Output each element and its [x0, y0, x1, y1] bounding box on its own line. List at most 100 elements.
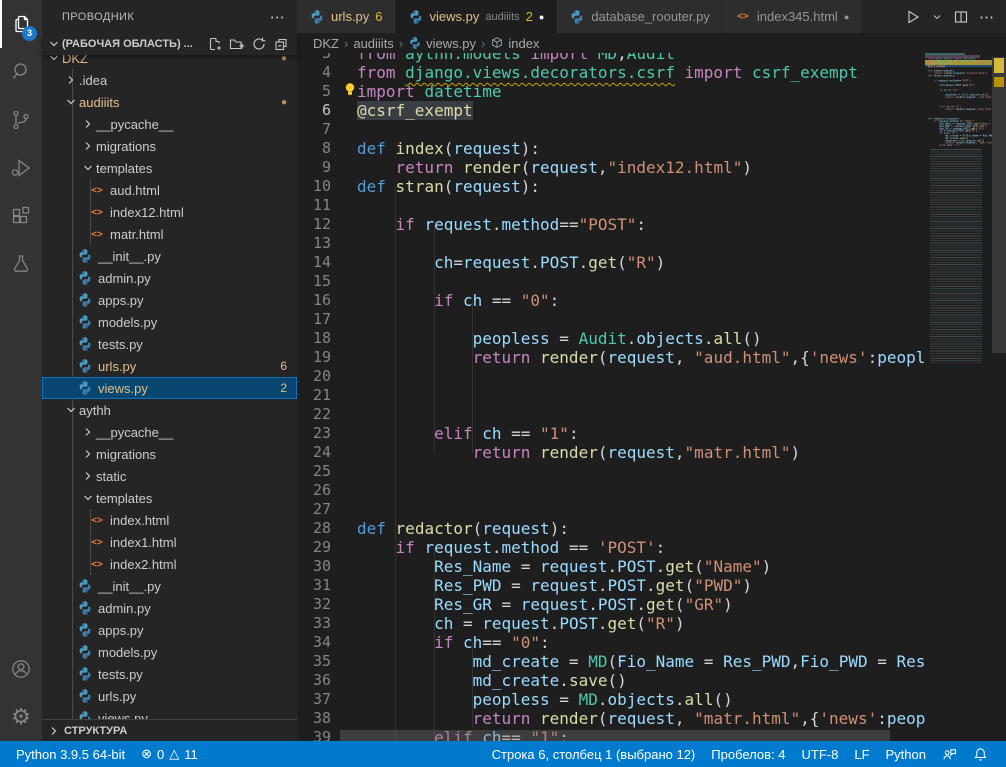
tree-item-aud.html[interactable]: <>aud.html	[42, 179, 297, 201]
breadcrumb-item-audiiits[interactable]: audiiits	[353, 36, 393, 51]
code-line-12[interactable]: 12 if request.method=="POST":	[297, 215, 925, 234]
collapse-all-icon[interactable]	[273, 36, 289, 52]
eol-item[interactable]: LF	[846, 741, 877, 767]
code-line-16[interactable]: 16 if ch == "0":	[297, 291, 925, 310]
code-line-8[interactable]: 8def index(request):	[297, 139, 925, 158]
code-line-6[interactable]: 6@csrf_exempt	[297, 101, 925, 120]
testing-activity-icon[interactable]	[0, 240, 42, 288]
run-debug-activity-icon[interactable]	[0, 144, 42, 192]
tree-item-urls.py[interactable]: urls.py	[42, 685, 297, 707]
tree-item-__pycache__[interactable]: __pycache__	[42, 421, 297, 443]
code-line-28[interactable]: 28def redactor(request):	[297, 519, 925, 538]
tree-item-index.html[interactable]: <>index.html	[42, 509, 297, 531]
new-folder-icon[interactable]	[229, 36, 245, 52]
encoding-item[interactable]: UTF-8	[794, 741, 847, 767]
indentation-item[interactable]: Пробелов: 4	[703, 741, 793, 767]
tree-item-apps.py[interactable]: apps.py	[42, 619, 297, 641]
code-line-29[interactable]: 29 if request.method == 'POST':	[297, 538, 925, 557]
cursor-position-item[interactable]: Строка 6, столбец 1 (выбрано 12)	[484, 741, 704, 767]
tree-item-DKZ[interactable]: DKZ●	[42, 55, 297, 69]
tree-item-views.py[interactable]: views.py2	[42, 377, 297, 399]
breadcrumb-item-DKZ[interactable]: DKZ	[313, 36, 339, 51]
code-line-34[interactable]: 34 if ch== "0":	[297, 633, 925, 652]
split-editor-icon[interactable]	[953, 9, 969, 25]
minimap[interactable]: from aythh.models import MD,Auditfrom dj…	[925, 53, 992, 741]
tree-item-templates[interactable]: templates	[42, 487, 297, 509]
code-line-4[interactable]: 4from django.views.decorators.csrf impor…	[297, 63, 925, 82]
tree-item-matr.html[interactable]: <>matr.html	[42, 223, 297, 245]
tree-item-tests.py[interactable]: tests.py	[42, 663, 297, 685]
tree-item-admin.py[interactable]: admin.py	[42, 597, 297, 619]
tree-item-index2.html[interactable]: <>index2.html	[42, 553, 297, 575]
code-line-31[interactable]: 31 Res_PWD = request.POST.get("PWD")	[297, 576, 925, 595]
editor-content[interactable]: 3from aythh.models import MD,Audit4from …	[297, 53, 1006, 741]
code-line-15[interactable]: 15	[297, 272, 925, 291]
code-line-35[interactable]: 35 md_create = MD(Fio_Name = Res_PWD,Fio…	[297, 652, 925, 671]
notifications-item[interactable]	[965, 741, 996, 767]
code-line-18[interactable]: 18 peopless = Audit.objects.all()	[297, 329, 925, 348]
tab-views.py[interactable]: views.pyaudiiits2●	[396, 0, 558, 33]
tree-item-aythh[interactable]: aythh	[42, 399, 297, 421]
tree-item-views.py[interactable]: views.py	[42, 707, 297, 719]
code-line-7[interactable]: 7	[297, 120, 925, 139]
refresh-icon[interactable]	[251, 36, 267, 52]
tree-item-models.py[interactable]: models.py	[42, 641, 297, 663]
settings-gear-icon[interactable]: ⚙	[0, 693, 42, 741]
code-line-11[interactable]: 11	[297, 196, 925, 215]
tree-item-migrations[interactable]: migrations	[42, 443, 297, 465]
code-line-23[interactable]: 23 elif ch == "1":	[297, 424, 925, 443]
account-icon[interactable]	[0, 645, 42, 693]
more-actions-icon[interactable]: ⋯	[979, 8, 994, 26]
code-line-19[interactable]: 19 return render(request, "aud.html",{'n…	[297, 348, 925, 367]
run-dropdown-chevron-icon[interactable]	[931, 11, 943, 23]
lightbulb-icon[interactable]	[343, 82, 357, 97]
new-file-icon[interactable]	[207, 36, 223, 52]
explorer-more-actions-icon[interactable]: ⋯	[270, 8, 285, 26]
tree-item-.idea[interactable]: .idea	[42, 69, 297, 91]
outline-section-header[interactable]: СТРУКТУРА	[42, 719, 297, 741]
tree-item-templates[interactable]: templates	[42, 157, 297, 179]
language-mode-item[interactable]: Python	[878, 741, 934, 767]
search-activity-icon[interactable]	[0, 48, 42, 96]
breadcrumb-item-index[interactable]: index	[490, 36, 539, 51]
code-line-33[interactable]: 33 ch = request.POST.get("R")	[297, 614, 925, 633]
tab-urls.py[interactable]: urls.py6	[297, 0, 396, 33]
code-line-26[interactable]: 26	[297, 481, 925, 500]
tree-item-__init__.py[interactable]: __init__.py	[42, 245, 297, 267]
tree-item-index1.html[interactable]: <>index1.html	[42, 531, 297, 553]
tab-database_roouter.py[interactable]: database_roouter.py	[557, 0, 723, 33]
python-interpreter-item[interactable]: Python 3.9.5 64-bit	[8, 741, 133, 767]
tree-item-urls.py[interactable]: urls.py6	[42, 355, 297, 377]
breadcrumb-item-views.py[interactable]: views.py	[408, 36, 476, 51]
code-line-30[interactable]: 30 Res_Name = request.POST.get("Name")	[297, 557, 925, 576]
tab-index345.html[interactable]: <>index345.html●	[723, 0, 862, 33]
code-line-13[interactable]: 13	[297, 234, 925, 253]
problems-item[interactable]: ⊗ 0 △ 11	[133, 741, 206, 767]
code-line-27[interactable]: 27	[297, 500, 925, 519]
workspace-section-header[interactable]: (РАБОЧАЯ ОБЛАСТЬ) ...	[42, 33, 297, 55]
tree-item-models.py[interactable]: models.py	[42, 311, 297, 333]
tree-item-static[interactable]: static	[42, 465, 297, 487]
code-line-5[interactable]: 5import datetime	[297, 82, 925, 101]
code-line-20[interactable]: 20	[297, 367, 925, 386]
code-line-36[interactable]: 36 md_create.save()	[297, 671, 925, 690]
code-line-38[interactable]: 38 return render(request, "matr.html",{'…	[297, 709, 925, 728]
source-control-activity-icon[interactable]	[0, 96, 42, 144]
tree-item-__init__.py[interactable]: __init__.py	[42, 575, 297, 597]
explorer-activity-icon[interactable]: 3	[0, 0, 42, 48]
code-line-25[interactable]: 25	[297, 462, 925, 481]
tree-item-tests.py[interactable]: tests.py	[42, 333, 297, 355]
tree-item-migrations[interactable]: migrations	[42, 135, 297, 157]
code-line-17[interactable]: 17	[297, 310, 925, 329]
horizontal-scrollbar-thumb[interactable]	[340, 730, 890, 741]
run-python-file-icon[interactable]	[905, 9, 921, 25]
extensions-activity-icon[interactable]	[0, 192, 42, 240]
vertical-scrollbar-thumb[interactable]	[992, 57, 1006, 353]
code-line-9[interactable]: 9 return render(request,"index12.html")	[297, 158, 925, 177]
code-line-37[interactable]: 37 peopless = MD.objects.all()	[297, 690, 925, 709]
feedback-item[interactable]	[934, 741, 965, 767]
tree-item-admin.py[interactable]: admin.py	[42, 267, 297, 289]
code-line-32[interactable]: 32 Res_GR = request.POST.get("GR")	[297, 595, 925, 614]
tree-item-audiiits[interactable]: audiiits●	[42, 91, 297, 113]
tree-item-apps.py[interactable]: apps.py	[42, 289, 297, 311]
